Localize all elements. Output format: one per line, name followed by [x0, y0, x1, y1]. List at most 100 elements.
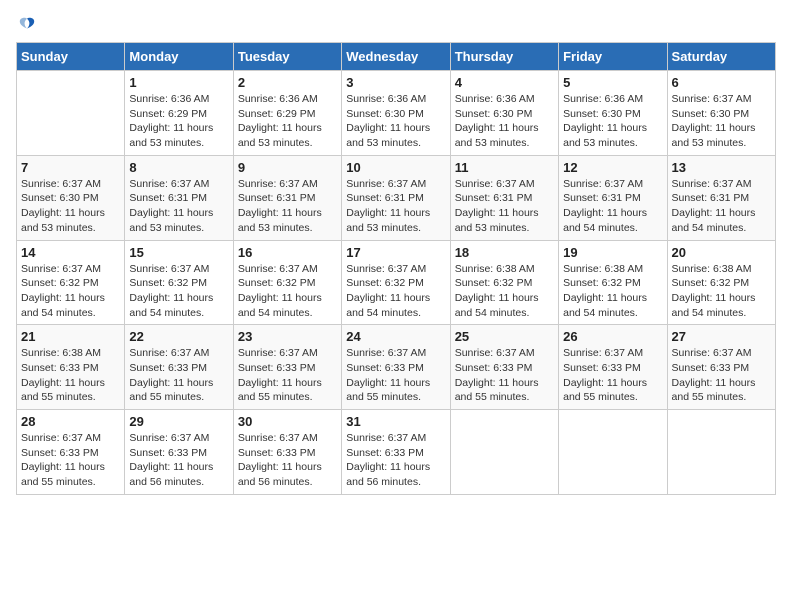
day-number: 17	[346, 245, 445, 260]
day-detail: Sunrise: 6:38 AMSunset: 6:32 PMDaylight:…	[563, 262, 662, 321]
day-number: 25	[455, 329, 554, 344]
day-number: 18	[455, 245, 554, 260]
header-monday: Monday	[125, 43, 233, 71]
calendar-header-row: SundayMondayTuesdayWednesdayThursdayFrid…	[17, 43, 776, 71]
day-number: 26	[563, 329, 662, 344]
day-detail: Sunrise: 6:37 AMSunset: 6:32 PMDaylight:…	[21, 262, 120, 321]
calendar-cell: 13 Sunrise: 6:37 AMSunset: 6:31 PMDayligh…	[667, 155, 775, 240]
day-detail: Sunrise: 6:37 AMSunset: 6:33 PMDaylight:…	[346, 431, 445, 490]
day-detail: Sunrise: 6:36 AMSunset: 6:30 PMDaylight:…	[455, 92, 554, 151]
calendar-cell: 9Sunrise: 6:37 AMSunset: 6:31 PMDaylight…	[233, 155, 341, 240]
week-row-3: 14 Sunrise: 6:37 AMSunset: 6:32 PMDayligh…	[17, 240, 776, 325]
day-detail: Sunrise: 6:37 AMSunset: 6:30 PMDaylight:…	[672, 92, 771, 151]
day-number: 13	[672, 160, 771, 175]
calendar-cell: 12 Sunrise: 6:37 AMSunset: 6:31 PMDayligh…	[559, 155, 667, 240]
calendar-cell: 22 Sunrise: 6:37 AMSunset: 6:33 PMDayligh…	[125, 325, 233, 410]
day-number: 24	[346, 329, 445, 344]
calendar-cell	[667, 410, 775, 495]
day-detail: Sunrise: 6:37 AMSunset: 6:33 PMDaylight:…	[563, 346, 662, 405]
day-detail: Sunrise: 6:37 AMSunset: 6:33 PMDaylight:…	[672, 346, 771, 405]
day-detail: Sunrise: 6:36 AMSunset: 6:29 PMDaylight:…	[238, 92, 337, 151]
day-number: 8	[129, 160, 228, 175]
day-detail: Sunrise: 6:37 AMSunset: 6:30 PMDaylight:…	[21, 177, 120, 236]
calendar-cell: 28 Sunrise: 6:37 AMSunset: 6:33 PMDayligh…	[17, 410, 125, 495]
day-number: 28	[21, 414, 120, 429]
day-detail: Sunrise: 6:37 AMSunset: 6:31 PMDaylight:…	[238, 177, 337, 236]
logo	[16, 16, 36, 30]
day-number: 30	[238, 414, 337, 429]
calendar-cell: 11 Sunrise: 6:37 AMSunset: 6:31 PMDayligh…	[450, 155, 558, 240]
day-detail: Sunrise: 6:37 AMSunset: 6:32 PMDaylight:…	[346, 262, 445, 321]
week-row-5: 28 Sunrise: 6:37 AMSunset: 6:33 PMDayligh…	[17, 410, 776, 495]
day-detail: Sunrise: 6:37 AMSunset: 6:32 PMDaylight:…	[129, 262, 228, 321]
day-number: 2	[238, 75, 337, 90]
calendar-cell: 18Sunrise: 6:38 AMSunset: 6:32 PMDayligh…	[450, 240, 558, 325]
calendar-cell: 26 Sunrise: 6:37 AMSunset: 6:33 PMDayligh…	[559, 325, 667, 410]
day-detail: Sunrise: 6:38 AMSunset: 6:33 PMDaylight:…	[21, 346, 120, 405]
day-number: 14	[21, 245, 120, 260]
calendar-cell: 29 Sunrise: 6:37 AMSunset: 6:33 PMDayligh…	[125, 410, 233, 495]
day-detail: Sunrise: 6:37 AMSunset: 6:33 PMDaylight:…	[21, 431, 120, 490]
week-row-2: 7Sunrise: 6:37 AMSunset: 6:30 PMDaylight…	[17, 155, 776, 240]
day-number: 22	[129, 329, 228, 344]
calendar-cell: 1 Sunrise: 6:36 AMSunset: 6:29 PMDaylight…	[125, 71, 233, 156]
day-detail: Sunrise: 6:37 AMSunset: 6:33 PMDaylight:…	[346, 346, 445, 405]
day-number: 29	[129, 414, 228, 429]
day-detail: Sunrise: 6:37 AMSunset: 6:31 PMDaylight:…	[672, 177, 771, 236]
calendar-cell: 17 Sunrise: 6:37 AMSunset: 6:32 PMDayligh…	[342, 240, 450, 325]
day-detail: Sunrise: 6:36 AMSunset: 6:30 PMDaylight:…	[346, 92, 445, 151]
header-wednesday: Wednesday	[342, 43, 450, 71]
day-detail: Sunrise: 6:37 AMSunset: 6:31 PMDaylight:…	[563, 177, 662, 236]
page-header	[16, 16, 776, 30]
day-number: 10	[346, 160, 445, 175]
calendar-cell: 15 Sunrise: 6:37 AMSunset: 6:32 PMDayligh…	[125, 240, 233, 325]
day-detail: Sunrise: 6:36 AMSunset: 6:30 PMDaylight:…	[563, 92, 662, 151]
day-number: 20	[672, 245, 771, 260]
day-number: 5	[563, 75, 662, 90]
calendar-cell: 30 Sunrise: 6:37 AMSunset: 6:33 PMDayligh…	[233, 410, 341, 495]
calendar-cell: 8Sunrise: 6:37 AMSunset: 6:31 PMDaylight…	[125, 155, 233, 240]
day-number: 6	[672, 75, 771, 90]
calendar-cell: 14 Sunrise: 6:37 AMSunset: 6:32 PMDayligh…	[17, 240, 125, 325]
day-number: 3	[346, 75, 445, 90]
calendar-cell: 10 Sunrise: 6:37 AMSunset: 6:31 PMDayligh…	[342, 155, 450, 240]
header-friday: Friday	[559, 43, 667, 71]
calendar-cell: 4 Sunrise: 6:36 AMSunset: 6:30 PMDaylight…	[450, 71, 558, 156]
calendar-cell: 20 Sunrise: 6:38 AMSunset: 6:32 PMDayligh…	[667, 240, 775, 325]
day-number: 31	[346, 414, 445, 429]
calendar-table: SundayMondayTuesdayWednesdayThursdayFrid…	[16, 42, 776, 495]
header-thursday: Thursday	[450, 43, 558, 71]
logo-bird-icon	[18, 16, 36, 34]
calendar-cell: 23Sunrise: 6:37 AMSunset: 6:33 PMDayligh…	[233, 325, 341, 410]
day-detail: Sunrise: 6:37 AMSunset: 6:31 PMDaylight:…	[455, 177, 554, 236]
week-row-1: 1 Sunrise: 6:36 AMSunset: 6:29 PMDaylight…	[17, 71, 776, 156]
day-detail: Sunrise: 6:38 AMSunset: 6:32 PMDaylight:…	[672, 262, 771, 321]
day-number: 16	[238, 245, 337, 260]
calendar-cell: 24 Sunrise: 6:37 AMSunset: 6:33 PMDayligh…	[342, 325, 450, 410]
day-detail: Sunrise: 6:37 AMSunset: 6:33 PMDaylight:…	[455, 346, 554, 405]
calendar-cell: 27 Sunrise: 6:37 AMSunset: 6:33 PMDayligh…	[667, 325, 775, 410]
day-number: 27	[672, 329, 771, 344]
day-detail: Sunrise: 6:37 AMSunset: 6:33 PMDaylight:…	[129, 346, 228, 405]
calendar-cell: 2 Sunrise: 6:36 AMSunset: 6:29 PMDaylight…	[233, 71, 341, 156]
calendar-cell: 16 Sunrise: 6:37 AMSunset: 6:32 PMDayligh…	[233, 240, 341, 325]
week-row-4: 21Sunrise: 6:38 AMSunset: 6:33 PMDayligh…	[17, 325, 776, 410]
calendar-cell: 31 Sunrise: 6:37 AMSunset: 6:33 PMDayligh…	[342, 410, 450, 495]
calendar-cell	[17, 71, 125, 156]
calendar-cell: 6 Sunrise: 6:37 AMSunset: 6:30 PMDaylight…	[667, 71, 775, 156]
calendar-cell: 25 Sunrise: 6:37 AMSunset: 6:33 PMDayligh…	[450, 325, 558, 410]
day-detail: Sunrise: 6:37 AMSunset: 6:32 PMDaylight:…	[238, 262, 337, 321]
day-number: 1	[129, 75, 228, 90]
day-number: 15	[129, 245, 228, 260]
day-number: 4	[455, 75, 554, 90]
day-number: 19	[563, 245, 662, 260]
day-detail: Sunrise: 6:36 AMSunset: 6:29 PMDaylight:…	[129, 92, 228, 151]
header-saturday: Saturday	[667, 43, 775, 71]
day-detail: Sunrise: 6:37 AMSunset: 6:33 PMDaylight:…	[238, 431, 337, 490]
calendar-cell: 3 Sunrise: 6:36 AMSunset: 6:30 PMDaylight…	[342, 71, 450, 156]
day-number: 12	[563, 160, 662, 175]
day-number: 11	[455, 160, 554, 175]
day-detail: Sunrise: 6:37 AMSunset: 6:33 PMDaylight:…	[129, 431, 228, 490]
day-detail: Sunrise: 6:37 AMSunset: 6:31 PMDaylight:…	[346, 177, 445, 236]
header-sunday: Sunday	[17, 43, 125, 71]
